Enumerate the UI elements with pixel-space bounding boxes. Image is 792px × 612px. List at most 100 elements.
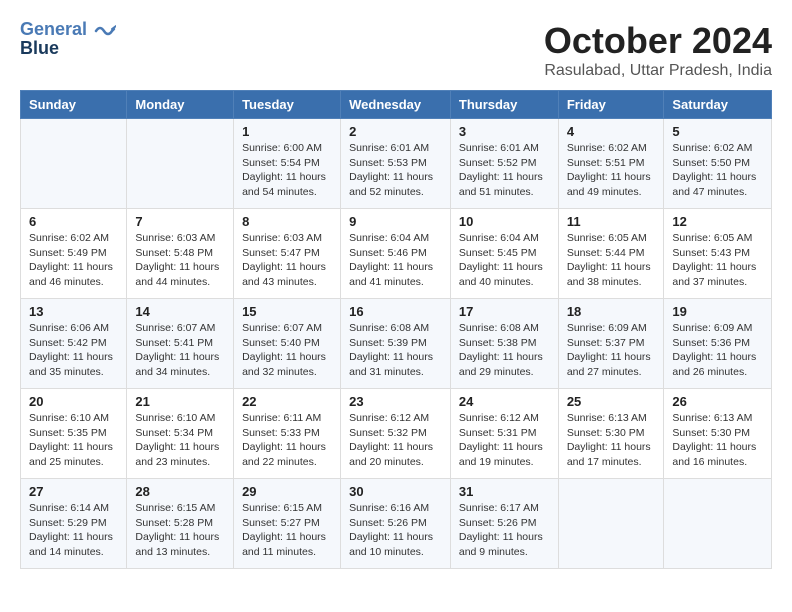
week-row-2: 6Sunrise: 6:02 AMSunset: 5:49 PMDaylight…	[21, 209, 772, 299]
location-subtitle: Rasulabad, Uttar Pradesh, India	[544, 62, 772, 80]
day-info: Sunrise: 6:10 AMSunset: 5:34 PMDaylight:…	[135, 411, 225, 470]
calendar-cell: 8 Sunrise: 6:03 AMSunset: 5:47 PMDaylight…	[234, 209, 341, 299]
day-info: Sunrise: 6:15 AMSunset: 5:28 PMDaylight:…	[135, 501, 225, 560]
week-row-1: 1 Sunrise: 6:00 AMSunset: 5:54 PMDaylight…	[21, 119, 772, 209]
day-number: 26	[672, 394, 763, 409]
day-number: 1	[242, 124, 332, 139]
day-info: Sunrise: 6:02 AMSunset: 5:50 PMDaylight:…	[672, 141, 763, 200]
day-info: Sunrise: 6:02 AMSunset: 5:49 PMDaylight:…	[29, 231, 118, 290]
day-number: 21	[135, 394, 225, 409]
week-row-3: 13 Sunrise: 6:06 AMSunset: 5:42 PMDayligh…	[21, 299, 772, 389]
day-number: 27	[29, 484, 118, 499]
day-number: 9	[349, 214, 442, 229]
day-info: Sunrise: 6:17 AMSunset: 5:26 PMDaylight:…	[459, 501, 550, 560]
calendar-table: SundayMondayTuesdayWednesdayThursdayFrid…	[20, 90, 772, 569]
day-number: 19	[672, 304, 763, 319]
day-info: Sunrise: 6:04 AMSunset: 5:45 PMDaylight:…	[459, 231, 550, 290]
day-number: 30	[349, 484, 442, 499]
day-info: Sunrise: 6:14 AMSunset: 5:29 PMDaylight:…	[29, 501, 118, 560]
week-row-5: 27 Sunrise: 6:14 AMSunset: 5:29 PMDayligh…	[21, 479, 772, 569]
day-header-tuesday: Tuesday	[234, 91, 341, 119]
day-number: 5	[672, 124, 763, 139]
calendar-cell	[21, 119, 127, 209]
day-header-wednesday: Wednesday	[341, 91, 451, 119]
day-info: Sunrise: 6:05 AMSunset: 5:44 PMDaylight:…	[567, 231, 656, 290]
calendar-cell: 12 Sunrise: 6:05 AMSunset: 5:43 PMDayligh…	[664, 209, 772, 299]
calendar-header-row: SundayMondayTuesdayWednesdayThursdayFrid…	[21, 91, 772, 119]
calendar-cell: 10 Sunrise: 6:04 AMSunset: 5:45 PMDayligh…	[450, 209, 558, 299]
calendar-cell: 26 Sunrise: 6:13 AMSunset: 5:30 PMDayligh…	[664, 389, 772, 479]
day-number: 18	[567, 304, 656, 319]
calendar-cell	[127, 119, 234, 209]
day-number: 13	[29, 304, 118, 319]
calendar-cell: 3 Sunrise: 6:01 AMSunset: 5:52 PMDaylight…	[450, 119, 558, 209]
calendar-cell: 5 Sunrise: 6:02 AMSunset: 5:50 PMDaylight…	[664, 119, 772, 209]
day-number: 20	[29, 394, 118, 409]
day-info: Sunrise: 6:16 AMSunset: 5:26 PMDaylight:…	[349, 501, 442, 560]
calendar-cell: 7Sunrise: 6:03 AMSunset: 5:48 PMDaylight…	[127, 209, 234, 299]
calendar-cell: 14Sunrise: 6:07 AMSunset: 5:41 PMDayligh…	[127, 299, 234, 389]
day-info: Sunrise: 6:03 AMSunset: 5:47 PMDaylight:…	[242, 231, 332, 290]
calendar-cell: 17 Sunrise: 6:08 AMSunset: 5:38 PMDayligh…	[450, 299, 558, 389]
calendar-cell: 20 Sunrise: 6:10 AMSunset: 5:35 PMDayligh…	[21, 389, 127, 479]
calendar-cell	[664, 479, 772, 569]
day-info: Sunrise: 6:06 AMSunset: 5:42 PMDaylight:…	[29, 321, 118, 380]
day-info: Sunrise: 6:01 AMSunset: 5:53 PMDaylight:…	[349, 141, 442, 200]
day-number: 29	[242, 484, 332, 499]
day-info: Sunrise: 6:11 AMSunset: 5:33 PMDaylight:…	[242, 411, 332, 470]
day-number: 12	[672, 214, 763, 229]
day-info: Sunrise: 6:09 AMSunset: 5:37 PMDaylight:…	[567, 321, 656, 380]
calendar-cell: 6Sunrise: 6:02 AMSunset: 5:49 PMDaylight…	[21, 209, 127, 299]
day-number: 17	[459, 304, 550, 319]
calendar-cell: 23 Sunrise: 6:12 AMSunset: 5:32 PMDayligh…	[341, 389, 451, 479]
day-info: Sunrise: 6:05 AMSunset: 5:43 PMDaylight:…	[672, 231, 763, 290]
calendar-cell: 27 Sunrise: 6:14 AMSunset: 5:29 PMDayligh…	[21, 479, 127, 569]
day-header-thursday: Thursday	[450, 91, 558, 119]
day-number: 7	[135, 214, 225, 229]
day-info: Sunrise: 6:10 AMSunset: 5:35 PMDaylight:…	[29, 411, 118, 470]
calendar-cell: 25 Sunrise: 6:13 AMSunset: 5:30 PMDayligh…	[558, 389, 664, 479]
calendar-cell: 18 Sunrise: 6:09 AMSunset: 5:37 PMDayligh…	[558, 299, 664, 389]
calendar-cell: 30 Sunrise: 6:16 AMSunset: 5:26 PMDayligh…	[341, 479, 451, 569]
day-info: Sunrise: 6:04 AMSunset: 5:46 PMDaylight:…	[349, 231, 442, 290]
day-number: 11	[567, 214, 656, 229]
calendar-cell	[558, 479, 664, 569]
month-title: October 2024	[544, 20, 772, 62]
day-number: 23	[349, 394, 442, 409]
calendar-title-area: October 2024 Rasulabad, Uttar Pradesh, I…	[544, 20, 772, 80]
day-info: Sunrise: 6:12 AMSunset: 5:31 PMDaylight:…	[459, 411, 550, 470]
day-info: Sunrise: 6:15 AMSunset: 5:27 PMDaylight:…	[242, 501, 332, 560]
day-info: Sunrise: 6:09 AMSunset: 5:36 PMDaylight:…	[672, 321, 763, 380]
day-info: Sunrise: 6:00 AMSunset: 5:54 PMDaylight:…	[242, 141, 332, 200]
day-number: 31	[459, 484, 550, 499]
calendar-cell: 21 Sunrise: 6:10 AMSunset: 5:34 PMDayligh…	[127, 389, 234, 479]
calendar-cell: 29 Sunrise: 6:15 AMSunset: 5:27 PMDayligh…	[234, 479, 341, 569]
day-number: 15	[242, 304, 332, 319]
page-header: General Blue October 2024 Rasulabad, Utt…	[20, 20, 772, 80]
logo-text: General	[20, 20, 116, 40]
day-info: Sunrise: 6:07 AMSunset: 5:40 PMDaylight:…	[242, 321, 332, 380]
day-header-sunday: Sunday	[21, 91, 127, 119]
day-info: Sunrise: 6:08 AMSunset: 5:39 PMDaylight:…	[349, 321, 442, 380]
day-number: 4	[567, 124, 656, 139]
day-number: 8	[242, 214, 332, 229]
day-number: 25	[567, 394, 656, 409]
day-number: 16	[349, 304, 442, 319]
day-header-saturday: Saturday	[664, 91, 772, 119]
week-row-4: 20 Sunrise: 6:10 AMSunset: 5:35 PMDayligh…	[21, 389, 772, 479]
calendar-cell: 16 Sunrise: 6:08 AMSunset: 5:39 PMDayligh…	[341, 299, 451, 389]
calendar-cell: 2Sunrise: 6:01 AMSunset: 5:53 PMDaylight…	[341, 119, 451, 209]
calendar-cell: 13 Sunrise: 6:06 AMSunset: 5:42 PMDayligh…	[21, 299, 127, 389]
day-header-monday: Monday	[127, 91, 234, 119]
day-info: Sunrise: 6:01 AMSunset: 5:52 PMDaylight:…	[459, 141, 550, 200]
day-number: 3	[459, 124, 550, 139]
day-info: Sunrise: 6:13 AMSunset: 5:30 PMDaylight:…	[567, 411, 656, 470]
calendar-cell: 19 Sunrise: 6:09 AMSunset: 5:36 PMDayligh…	[664, 299, 772, 389]
day-number: 10	[459, 214, 550, 229]
day-info: Sunrise: 6:13 AMSunset: 5:30 PMDaylight:…	[672, 411, 763, 470]
day-info: Sunrise: 6:12 AMSunset: 5:32 PMDaylight:…	[349, 411, 442, 470]
calendar-cell: 4Sunrise: 6:02 AMSunset: 5:51 PMDaylight…	[558, 119, 664, 209]
logo-wave-icon	[94, 21, 116, 39]
day-info: Sunrise: 6:07 AMSunset: 5:41 PMDaylight:…	[135, 321, 225, 380]
day-info: Sunrise: 6:08 AMSunset: 5:38 PMDaylight:…	[459, 321, 550, 380]
